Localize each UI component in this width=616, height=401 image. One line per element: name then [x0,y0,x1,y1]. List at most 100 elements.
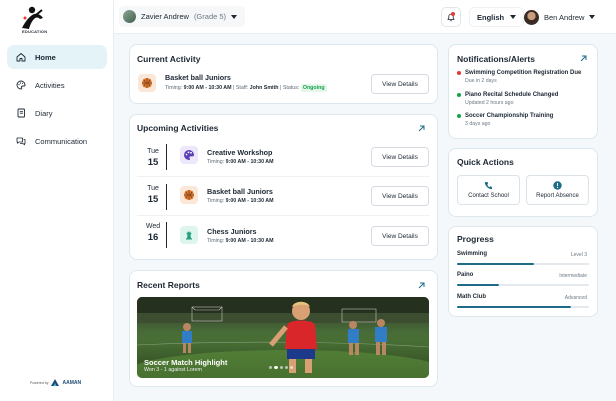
arrow-up-right-icon[interactable] [417,281,426,290]
notification-item[interactable]: Soccer Championship Training 3 days ago [457,113,607,127]
logo-text: EDUCATION [22,29,48,34]
progress-label: Swimming [457,251,488,257]
powered-by: Powered by AAMAN [30,379,81,386]
carousel-dot[interactable] [290,366,293,369]
timing-value: 9:00 AM - 10:30 AM [183,85,232,91]
powered-by-brand: AAMAN [62,379,82,386]
activity-date: Tue 15 [139,148,167,168]
progress-fill [457,263,534,265]
progress-label: Math Club [457,294,486,300]
notification-title: Piano Recital Schedule Changed [457,92,607,98]
report-absence-button[interactable]: Report Absence [526,175,589,205]
activity-timing: Timing: 9:00 AM - 10:30 AM [207,198,274,204]
contact-school-button[interactable]: Contact School [457,175,520,205]
progress-level: Advanced [564,295,587,301]
carousel-dot[interactable] [285,366,288,369]
quick-actions-title: Quick Actions [457,157,514,167]
student-selector[interactable]: Zavier Andrew (Grade 5) [119,6,246,27]
progress-fill [457,306,571,308]
view-details-button[interactable]: View Details [371,74,429,94]
view-details-button[interactable]: View Details [371,186,429,206]
status-badge: Ongoing [300,84,327,92]
sidebar: EDUCATION Home Activities Diary Communic… [0,0,114,401]
timing-label: Timing: [207,238,225,244]
report-image[interactable]: Soccer Match Highlight Won 3 - 1 against… [137,297,429,378]
progress-bar [457,306,589,308]
carousel-dots[interactable] [269,366,293,369]
sidebar-item-diary[interactable]: Diary [7,101,107,125]
row-divider [137,215,430,216]
notification-time: Updated 2 hours ago [465,100,514,106]
chat-icon [16,137,26,146]
progress-level: Level 3 [570,252,587,258]
sidebar-nav: Home Activities Diary Communication [7,45,107,157]
current-activity-meta: Timing: 9:00 AM - 10:30 AM | Staff: John… [165,84,327,92]
current-activity-name: Basket ball Juniors [165,73,231,82]
timing-label: Timing: [207,198,225,204]
activity-day: Wed [145,223,161,230]
activity-date: Wed 16 [139,223,167,243]
activity-day-number: 15 [147,194,159,205]
sidebar-item-label: Diary [35,108,53,118]
notification-time: Due in 2 days [465,78,497,84]
user-menu[interactable]: Ben Andrew [524,7,596,27]
view-details-button[interactable]: View Details [371,226,429,246]
sidebar-item-home[interactable]: Home [7,45,107,69]
basketball-icon-tile [138,74,156,92]
contact-school-label: Contact School [468,193,509,199]
student-avatar [123,10,136,23]
notification-item[interactable]: Piano Recital Schedule Changed Updated 2… [457,92,607,106]
diary-icon [17,108,25,118]
notifications-title: Notifications/Alerts [457,54,535,64]
activity-timing: Timing: 9:00 AM - 10:30 AM [207,159,274,165]
report-caption: Soccer Match Highlight [144,358,228,367]
progress-bar [457,284,589,286]
home-icon [16,53,26,62]
powered-by-label: Powered by [30,380,49,385]
palette-icon-tile [180,146,198,164]
language-label: English [477,12,505,22]
staff-label: Staff: [235,85,249,91]
progress-level: Intermediate [559,273,587,279]
caret-down-icon [589,15,596,19]
notification-dot [451,12,455,16]
chess-icon-tile [180,226,198,244]
arrow-up-right-icon[interactable] [417,124,426,133]
notifications-button[interactable] [441,7,461,27]
language-selector[interactable]: English [469,7,525,27]
basketball-icon [142,78,152,88]
palette-icon [184,150,194,160]
activity-name: Chess Juniors [207,227,257,236]
activity-day: Tue [147,185,159,192]
user-avatar [524,9,539,25]
sidebar-item-communication[interactable]: Communication [7,129,107,153]
user-name: Ben Andrew [544,12,585,22]
activity-name: Creative Workshop [207,148,273,157]
basketball-icon-tile [180,186,198,204]
progress-label: Paino [457,272,474,278]
phone-icon [484,182,492,190]
activity-day-number: 15 [147,157,159,168]
timing-value: 9:00 AM - 10:30 AM [225,159,274,165]
student-grade: (Grade 5) [193,12,227,21]
carousel-dot[interactable] [269,366,272,369]
sidebar-item-label: Activities [35,80,65,90]
notification-item[interactable]: Swimming Competition Registration Due Du… [457,70,607,84]
palette-icon [16,80,26,90]
arrow-up-right-icon[interactable] [579,54,588,63]
logo-icon [22,6,43,29]
carousel-dot[interactable] [280,366,283,369]
carousel-dot-active[interactable] [274,366,278,369]
current-activity-title: Current Activity [137,54,201,64]
student-name: Zavier Andrew [141,12,189,21]
view-details-button[interactable]: View Details [371,147,429,167]
report-absence-label: Report Absence [536,193,579,199]
sidebar-item-activities[interactable]: Activities [7,73,107,97]
activity-name: Basket ball Juniors [207,187,273,196]
report-subcaption: Won 3 - 1 against Lorem [144,367,202,373]
progress-fill [457,284,500,286]
progress-title: Progress [457,234,494,244]
row-divider [137,176,430,177]
basketball-icon [184,190,194,200]
timing-value: 9:00 AM - 10:30 AM [225,198,274,204]
